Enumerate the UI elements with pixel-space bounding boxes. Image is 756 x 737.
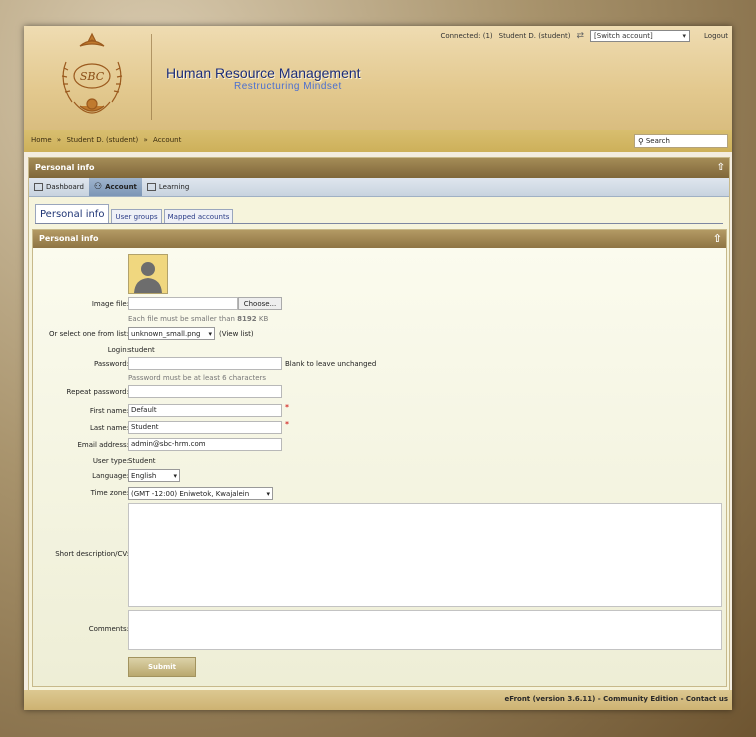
view-list-link[interactable]: (View list) <box>219 330 254 338</box>
header: SBC Human Resource Management Restructur… <box>24 26 732 130</box>
login-value: student <box>128 346 155 354</box>
form-panel-title: Personal info <box>39 234 99 243</box>
logout-link[interactable]: Logout <box>704 32 728 40</box>
comments-label: Comments: <box>88 625 129 633</box>
nav-learning-label: Learning <box>158 183 190 191</box>
logo-text: SBC <box>79 70 105 83</box>
footer: eFront (version 3.6.11) - Community Edit… <box>24 690 732 710</box>
collapse-arrow-icon[interactable]: ⇧ <box>717 158 725 178</box>
nav-dashboard-label: Dashboard <box>46 183 84 191</box>
user-type-value: Student <box>128 457 156 465</box>
time-zone-value: (GMT -12:00) Eniwetok, Kwajalein <box>131 489 250 498</box>
breadcrumb-home[interactable]: Home <box>31 136 52 144</box>
password-note: Blank to leave unchanged <box>285 360 377 368</box>
file-hint-size: 8192 <box>237 315 257 323</box>
page-container: SBC Human Resource Management Restructur… <box>24 26 732 710</box>
breadcrumb: Home » Student D. (student) » Account <box>31 136 181 144</box>
breadcrumb-bar: Home » Student D. (student) » Account ⚲ … <box>24 130 732 152</box>
avatar-list-value: unknown_small.png <box>131 329 201 338</box>
comments-textarea[interactable] <box>128 610 722 650</box>
switch-account-value: [Switch account] <box>594 32 653 40</box>
contact-link[interactable]: Contact us <box>686 695 728 703</box>
last-name-field[interactable]: Student <box>128 421 282 434</box>
choose-file-button[interactable]: Choose... <box>238 297 282 310</box>
breadcrumb-user[interactable]: Student D. (student) <box>66 136 138 144</box>
file-hint-unit: KB <box>258 315 269 323</box>
switch-user-icon: ⇄ <box>576 31 585 41</box>
user-type-label: User type: <box>92 457 129 465</box>
first-name-label: First name: <box>89 407 129 415</box>
required-mark: * <box>285 403 289 412</box>
time-zone-select[interactable]: (GMT -12:00) Eniwetok, Kwajalein ▾ <box>128 487 273 500</box>
footer-edition: Community Edition <box>603 695 679 703</box>
first-name-field[interactable]: Default <box>128 404 282 417</box>
email-label: Email address: <box>77 441 129 449</box>
password-label: Password: <box>93 360 129 368</box>
personal-info-panel: Personal info ⇧ Dashboard ⚇ Account Lear… <box>28 157 730 692</box>
form-panel: Personal info ⇧ Image file: Choose... Ea… <box>32 229 727 687</box>
personal-info-form: Image file: Choose... Each file must be … <box>33 248 726 686</box>
email-field[interactable]: admin@sbc-hrm.com <box>128 438 282 451</box>
avatar-list-select[interactable]: unknown_small.png ▾ <box>128 327 215 340</box>
password-field[interactable] <box>128 357 282 370</box>
file-size-hint: Each file must be smaller than 8192 KB <box>128 315 268 323</box>
chevron-down-icon: ▾ <box>266 489 270 498</box>
image-file-label: Image file: <box>91 300 129 308</box>
password-hint: Password must be at least 6 characters <box>128 374 267 382</box>
panel-header: Personal info ⇧ <box>29 158 729 178</box>
top-user-bar: Connected: (1) Student D. (student) ⇄ [S… <box>440 30 728 42</box>
nav-account-label: Account <box>105 183 137 191</box>
connected-count: Connected: (1) <box>440 32 493 40</box>
file-hint-text: Each file must be smaller than <box>128 315 235 323</box>
language-label: Language: <box>92 472 129 480</box>
form-panel-header: Personal info ⇧ <box>33 230 726 248</box>
repeat-password-field[interactable] <box>128 385 282 398</box>
logo: SBC <box>52 32 132 124</box>
required-mark: * <box>285 420 289 429</box>
main-nav: Dashboard ⚇ Account Learning <box>29 178 729 197</box>
avatar <box>128 254 168 294</box>
breadcrumb-account[interactable]: Account <box>153 136 181 144</box>
chevron-down-icon: ▾ <box>682 32 687 40</box>
collapse-arrow-icon[interactable]: ⇧ <box>713 230 722 248</box>
search-icon: ⚲ <box>638 136 644 146</box>
repeat-password-label: Repeat password: <box>66 388 129 396</box>
tab-mapped-accounts[interactable]: Mapped accounts <box>163 209 234 224</box>
current-user[interactable]: Student D. (student) <box>499 32 571 40</box>
language-value: English <box>131 471 157 480</box>
avatar-silhouette-icon <box>134 262 162 293</box>
nav-dashboard[interactable]: Dashboard <box>29 178 89 196</box>
nav-learning[interactable]: Learning <box>142 178 194 196</box>
footer-product[interactable]: eFront (version 3.6.11) <box>504 695 595 703</box>
chevron-down-icon: ▾ <box>173 471 177 480</box>
login-label: Login: <box>107 346 129 354</box>
submit-button[interactable]: Submit <box>128 657 196 677</box>
short-description-label: Short description/CV: <box>55 550 129 558</box>
short-description-textarea[interactable] <box>128 503 722 607</box>
search-input[interactable]: ⚲ Search <box>634 134 728 148</box>
footer-text: eFront (version 3.6.11) - Community Edit… <box>504 695 728 703</box>
breadcrumb-separator: » <box>56 136 62 144</box>
search-placeholder: Search <box>645 137 670 145</box>
image-file-input[interactable] <box>128 297 238 310</box>
app-subtitle: Restructuring Mindset <box>234 81 342 92</box>
last-name-label: Last name: <box>89 424 129 432</box>
nav-account[interactable]: ⚇ Account <box>88 178 142 196</box>
tabs-underline <box>35 223 723 224</box>
tab-strip: Personal info User groups Mapped account… <box>35 204 234 224</box>
user-icon: ⚇ <box>93 182 103 192</box>
switch-account-select[interactable]: [Switch account] ▾ <box>590 30 691 42</box>
chevron-down-icon: ▾ <box>208 329 212 338</box>
tab-user-groups[interactable]: User groups <box>111 209 162 224</box>
time-zone-label: Time zone: <box>90 489 129 497</box>
learning-icon <box>146 183 156 191</box>
language-select[interactable]: English ▾ <box>128 469 180 482</box>
app-title: Human Resource Management <box>166 65 361 81</box>
breadcrumb-separator: » <box>143 136 148 144</box>
panel-title: Personal info <box>35 163 95 172</box>
tab-personal-info[interactable]: Personal info <box>35 204 110 224</box>
select-list-label: Or select one from list: <box>48 330 129 338</box>
dashboard-icon <box>34 183 43 191</box>
header-divider <box>151 34 152 120</box>
